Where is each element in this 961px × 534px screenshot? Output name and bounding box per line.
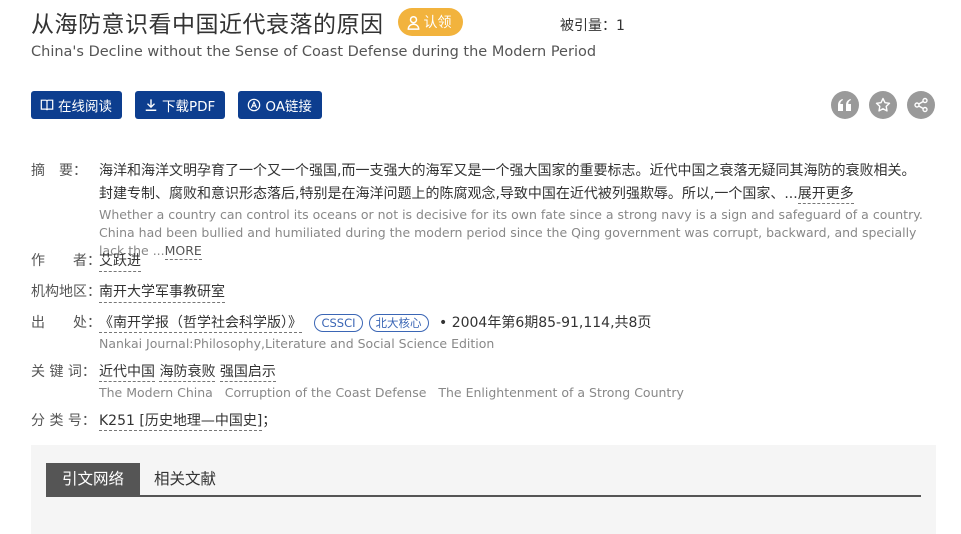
cited-value[interactable]: 1	[616, 18, 625, 34]
classification-link[interactable]: K251 [历史地理—中国史]	[99, 413, 263, 431]
download-pdf-button[interactable]: 下载PDF	[135, 91, 226, 119]
keyword-en-link[interactable]: The Enlightenment of a Strong Country	[438, 385, 684, 400]
english-title: China's Decline without the Sense of Coa…	[31, 44, 597, 60]
tab-related-literature[interactable]: 相关文献	[154, 463, 216, 495]
institution-label: 机构地区：	[31, 284, 101, 300]
oa-icon	[248, 98, 261, 112]
download-icon	[145, 99, 157, 111]
book-icon	[40, 99, 54, 111]
source-bullet: •	[438, 315, 448, 331]
pku-core-badge: 北大核心	[368, 314, 429, 332]
tab-bar: 引文网络 相关文献	[46, 463, 921, 497]
issue-info: 2004年第6期85-91,114,共8页	[451, 315, 652, 331]
classification-label: 分 类 号：	[31, 413, 96, 429]
expand-more-link[interactable]: 展开更多	[797, 186, 854, 204]
keywords-en: The Modern China Corruption of the Coast…	[99, 385, 684, 400]
cssci-badge: CSSCI	[314, 314, 363, 332]
action-buttons: 在线阅读 下载PDF OA链接	[31, 91, 335, 119]
user-icon	[407, 15, 419, 30]
oa-link-button[interactable]: OA链接	[238, 91, 322, 119]
keyword-en-link[interactable]: The Modern China	[99, 385, 213, 400]
claim-button[interactable]: 认领	[397, 8, 463, 36]
keyword-link[interactable]: 近代中国	[99, 364, 155, 382]
author-label: 作 者：	[31, 253, 101, 269]
oa-link-label: OA链接	[265, 99, 312, 115]
toolbar-icons	[831, 91, 945, 119]
source-value: 《南开学报（哲学社会科学版）》 CSSCI 北大核心 • 2004年第6期85-9…	[99, 312, 652, 333]
abstract-cn: 海洋和海洋文明孕育了一个又一个强国,而一支强大的海军又是一个强大国家的重要标志。…	[99, 160, 929, 206]
title-row: 从海防意识看中国近代衰落的原因 认领	[31, 6, 463, 38]
institution-link[interactable]: 南开大学军事教研室	[99, 281, 225, 303]
keyword-link[interactable]: 强国启示	[219, 364, 276, 382]
abstract-en-text: Whether a country can control its oceans…	[99, 207, 923, 258]
quote-icon[interactable]	[831, 91, 859, 119]
classification-value: K251 [历史地理—中国史]；	[99, 410, 277, 431]
keyword-en-link[interactable]: Corruption of the Coast Defense	[225, 385, 427, 400]
download-pdf-label: 下载PDF	[162, 99, 216, 115]
keywords-cn: 近代中国 海防衰败 强国启示	[99, 361, 276, 382]
abstract-en: Whether a country can control its oceans…	[99, 206, 934, 260]
source-label: 出 处：	[31, 315, 101, 331]
share-icon[interactable]	[907, 91, 935, 119]
tab-citation-network[interactable]: 引文网络	[46, 463, 140, 495]
read-online-label: 在线阅读	[58, 99, 112, 115]
abstract-label: 摘 要：	[31, 163, 87, 179]
cited-label: 被引量：	[560, 18, 616, 34]
journal-link[interactable]: 《南开学报（哲学社会科学版）》	[99, 315, 302, 333]
claim-label: 认领	[423, 15, 452, 31]
star-icon[interactable]	[869, 91, 897, 119]
page-title: 从海防意识看中国近代衰落的原因	[31, 12, 384, 38]
citation-count: 被引量：1	[560, 15, 625, 35]
author-link[interactable]: 艾跃进	[99, 250, 141, 272]
abstract-cn-text: 海洋和海洋文明孕育了一个又一个强国,而一支强大的海军又是一个强大国家的重要标志。…	[99, 163, 916, 202]
keyword-link[interactable]: 海防衰败	[159, 364, 216, 382]
related-panel: 引文网络 相关文献	[31, 445, 936, 534]
journal-english: Nankai Journal:Philosophy,Literature and…	[99, 336, 495, 351]
keywords-label: 关 键 词：	[31, 364, 96, 380]
classification-sep: ；	[262, 413, 277, 429]
more-link[interactable]: MORE	[164, 243, 202, 260]
read-online-button[interactable]: 在线阅读	[31, 91, 122, 119]
